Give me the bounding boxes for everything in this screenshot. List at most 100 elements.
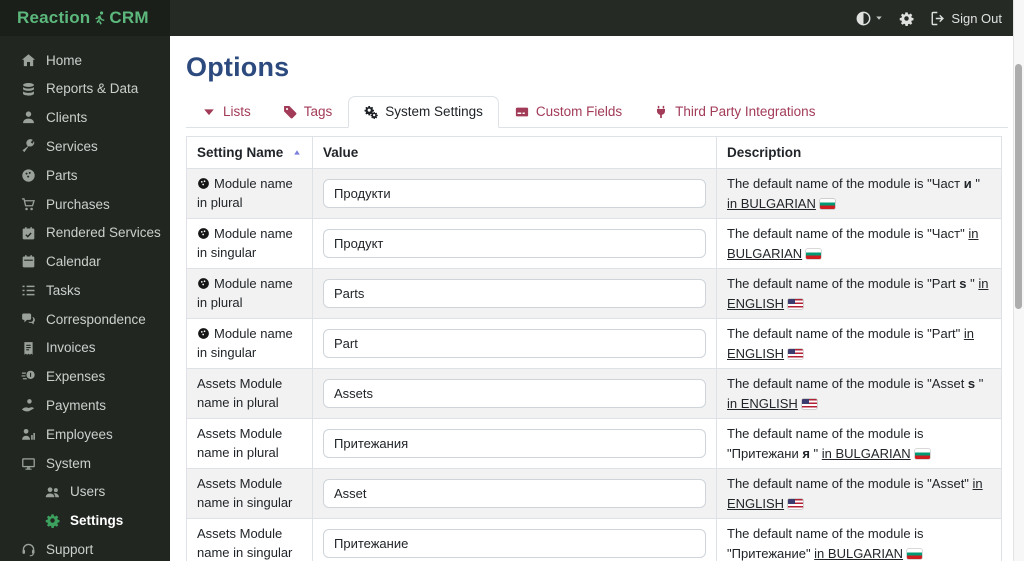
setting-description: The default name of the module is "Part"… [716, 318, 1002, 369]
setting-description: The default name of the module is "Part … [716, 268, 1002, 319]
sidebar-item-label: Settings [70, 513, 124, 529]
settings-table: Setting Name Value Description Module na… [186, 136, 1002, 561]
runner-icon [92, 11, 107, 26]
sidebar-item-expenses[interactable]: Expenses [0, 363, 170, 392]
sidebar-item-support[interactable]: Support [0, 535, 170, 561]
app-window: Reaction CRM Sign Out Home Reports & Dat… [0, 0, 1024, 561]
column-header-value[interactable]: Value [312, 136, 717, 169]
language-link[interactable]: in BULGARIAN [814, 546, 923, 561]
headset-icon [20, 542, 36, 557]
setting-value-input[interactable] [323, 479, 706, 508]
table-header-row: Setting Name Value Description [186, 136, 1002, 169]
setting-name: Assets Module name in plural [197, 376, 283, 410]
users-icon [44, 485, 60, 500]
sidebar-item-calendar[interactable]: Calendar [0, 247, 170, 276]
sidebar-item-users[interactable]: Users [0, 478, 170, 507]
sidebar-item-purchases[interactable]: Purchases [0, 190, 170, 219]
table-row: Module name in plural The default name o… [186, 268, 1002, 319]
tab-label: Tags [303, 104, 333, 119]
setting-value-input[interactable] [323, 179, 706, 208]
sort-ascending-icon [292, 148, 302, 158]
caret-icon [202, 105, 216, 119]
sidebar-item-home[interactable]: Home [0, 46, 170, 75]
monitor-icon [20, 456, 36, 471]
scrollbar-thumb[interactable] [1015, 64, 1022, 309]
setting-value-input[interactable] [323, 329, 706, 358]
column-header-description[interactable]: Description [716, 136, 1002, 169]
sidebar-item-employees[interactable]: Employees [0, 420, 170, 449]
sign-out-button[interactable]: Sign Out [930, 11, 1002, 26]
sidebar-item-correspondence[interactable]: Correspondence [0, 305, 170, 334]
topbar-right: Sign Out [856, 11, 1024, 26]
us-flag-icon [788, 298, 804, 309]
tab-custom-fields[interactable]: Custom Fields [499, 96, 638, 128]
sign-out-icon [930, 11, 945, 26]
cart-icon [20, 197, 36, 212]
tab-third-party-integrations[interactable]: Third Party Integrations [638, 96, 831, 128]
tab-lists[interactable]: Lists [186, 96, 267, 128]
setting-value-input[interactable] [323, 229, 706, 258]
sidebar-item-label: Purchases [46, 196, 110, 212]
sidebar-item-clients[interactable]: Clients [0, 104, 170, 133]
sidebar-item-payments[interactable]: Payments [0, 391, 170, 420]
tag-icon [283, 105, 297, 119]
tab-system-settings[interactable]: System Settings [348, 96, 499, 128]
sidebar-item-settings[interactable]: Settings [0, 507, 170, 536]
language-link[interactable]: in BULGARIAN [822, 446, 930, 461]
sidebar-item-label: Payments [46, 398, 107, 414]
db-icon [20, 82, 36, 97]
setting-value-input[interactable] [323, 279, 706, 308]
column-header-setting-name[interactable]: Setting Name [186, 136, 313, 169]
bg-flag-icon [806, 248, 822, 259]
brand-block[interactable]: Reaction CRM [0, 0, 170, 36]
ball-icon [20, 168, 36, 183]
setting-description: The default name of the module is "Част"… [716, 218, 1002, 269]
page-title: Options [186, 52, 290, 82]
sidebar-item-services[interactable]: Services [0, 132, 170, 161]
tab-label: Third Party Integrations [675, 104, 816, 119]
tab-tags[interactable]: Tags [267, 96, 349, 128]
person-icon [20, 110, 36, 125]
person-chart-icon [20, 427, 36, 442]
sign-out-label: Sign Out [951, 10, 1002, 26]
topbar-settings-button[interactable] [899, 11, 914, 26]
sidebar-item-label: Tasks [46, 282, 81, 298]
setting-description: The default name of the module is "Прите… [716, 518, 1002, 561]
setting-description: The default name of the module is "Asset… [716, 368, 1002, 419]
language-link[interactable]: in ENGLISH [727, 396, 817, 411]
table-row: Assets Module name in singular The defau… [186, 468, 1002, 519]
us-flag-icon [788, 498, 804, 509]
sidebar-item-tasks[interactable]: Tasks [0, 276, 170, 305]
tab-label: Lists [223, 104, 251, 119]
sidebar-item-reports-data[interactable]: Reports & Data [0, 75, 170, 104]
topbar: Reaction CRM Sign Out [0, 0, 1024, 36]
bg-flag-icon [914, 448, 930, 459]
parts-module-icon [197, 276, 214, 291]
table-row: Module name in singular The default name… [186, 318, 1002, 369]
sidebar-item-label: Expenses [46, 369, 106, 385]
vertical-scrollbar[interactable] [1013, 0, 1024, 561]
contrast-icon [856, 11, 871, 26]
receipt-icon [20, 341, 36, 356]
sidebar-item-invoices[interactable]: Invoices [0, 334, 170, 363]
brand-reaction: Reaction [17, 8, 91, 27]
setting-value-input[interactable] [323, 429, 706, 458]
us-flag-icon [788, 348, 804, 359]
setting-name: Assets Module name in plural [197, 426, 283, 460]
language-link[interactable]: in BULGARIAN [727, 196, 835, 211]
setting-value-input[interactable] [323, 379, 706, 408]
sidebar-item-label: Rendered Services [46, 225, 161, 241]
expense-icon [20, 369, 36, 384]
sidebar-item-label: Parts [46, 167, 78, 183]
sidebar-item-label: Clients [46, 110, 88, 126]
us-flag-icon [801, 398, 817, 409]
sidebar-item-system[interactable]: System [0, 449, 170, 478]
sidebar-item-rendered-services[interactable]: Rendered Services [0, 219, 170, 248]
card-icon [515, 105, 529, 119]
main-content: Options Lists Tags System Settings Custo… [170, 36, 1024, 561]
cal-check-icon [20, 226, 36, 241]
contrast-toggle-button[interactable] [856, 11, 883, 26]
sidebar-item-parts[interactable]: Parts [0, 161, 170, 190]
setting-value-input[interactable] [323, 529, 706, 558]
gears-icon [364, 105, 378, 119]
